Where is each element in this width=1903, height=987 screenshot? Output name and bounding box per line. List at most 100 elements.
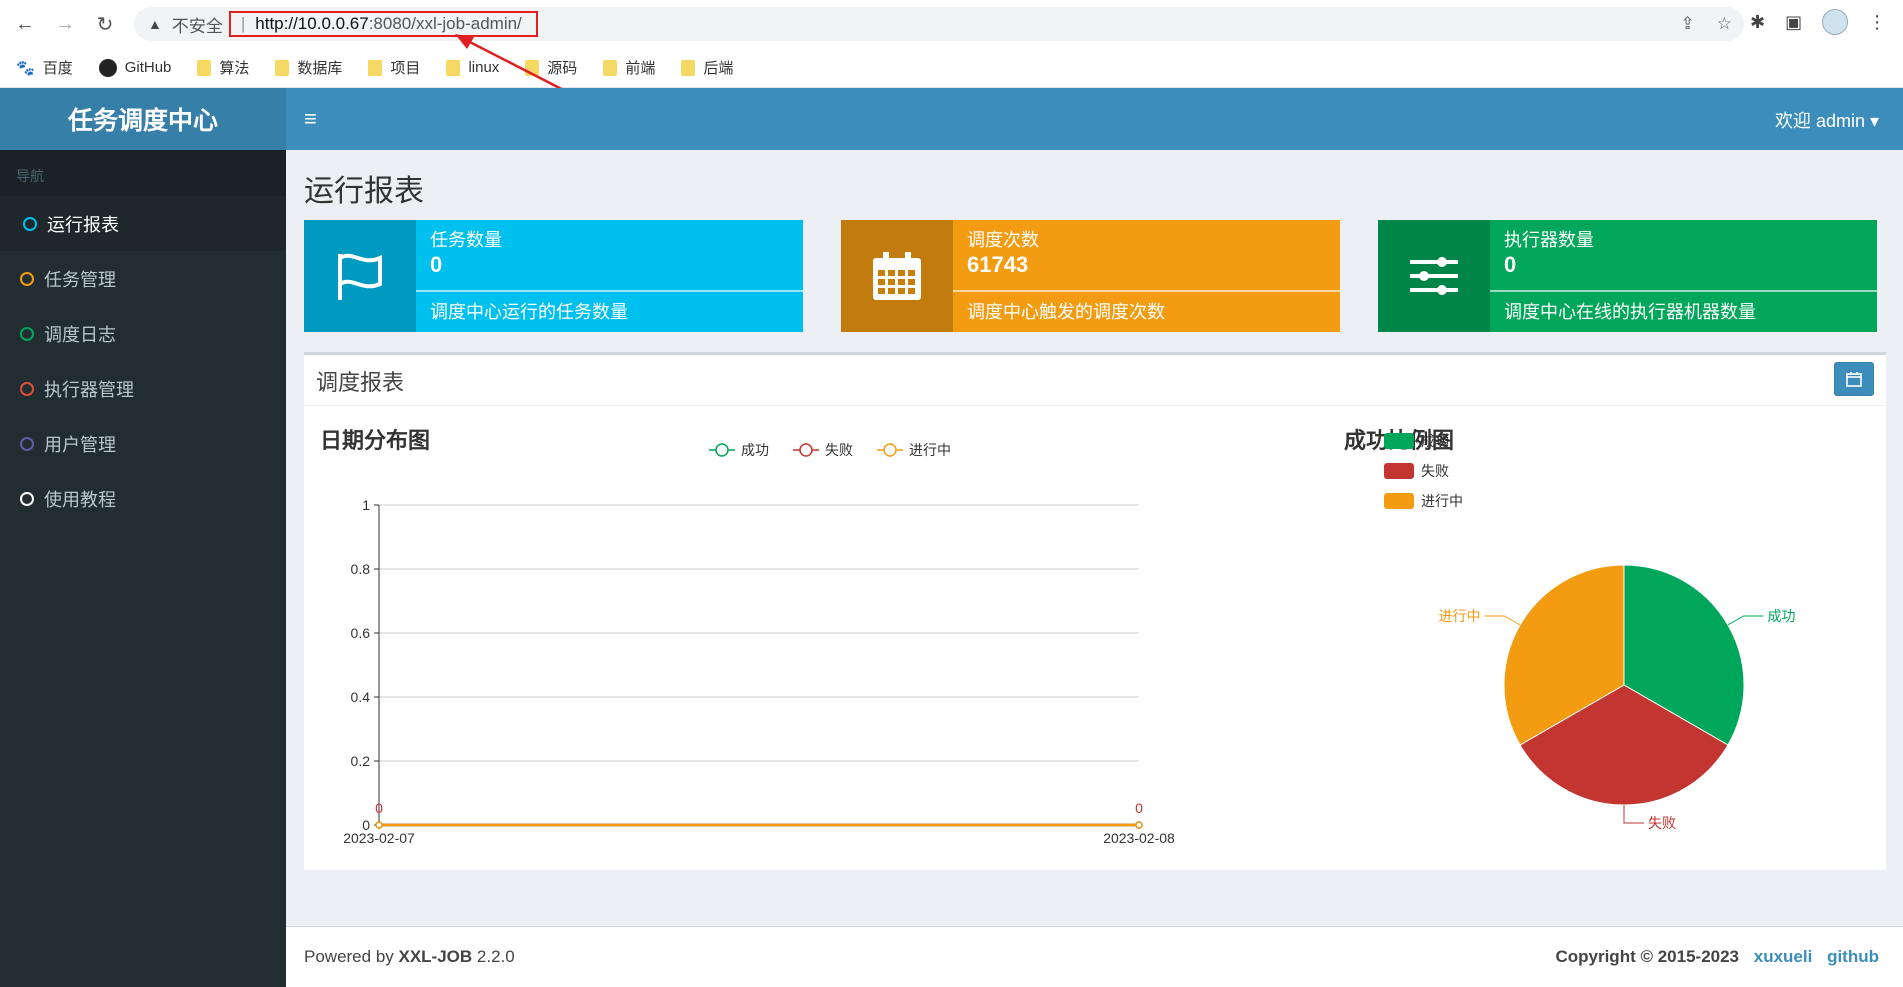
star-icon[interactable]: ☆	[1717, 14, 1732, 34]
footer-product: XXL-JOB	[398, 947, 473, 966]
bookmark-label: GitHub	[124, 59, 172, 76]
legend-label: 成功	[1421, 433, 1449, 449]
top-navbar: ≡ 欢迎 admin ▾	[286, 88, 1903, 150]
share-icon[interactable]: ⇪	[1681, 14, 1695, 34]
data-point	[1135, 821, 1143, 829]
menu-icon[interactable]: ⋮	[1868, 12, 1886, 33]
report-box: 调度报表 日期分布图 成功比例图 00.20.40.60.812023-02-0…	[304, 352, 1886, 870]
circle-icon	[20, 381, 34, 396]
x-tick-label: 2023-02-08	[1103, 830, 1175, 845]
info-box-title: 调度次数	[967, 230, 1039, 250]
bookmark-item[interactable]: 前端	[603, 57, 655, 78]
label-line	[1623, 805, 1644, 824]
slice-label: 成功	[1768, 608, 1796, 624]
bookmark-label: 数据库	[297, 60, 343, 77]
avatar[interactable]	[1822, 9, 1849, 35]
url-path: :8080/xxl-job-admin/	[368, 14, 522, 33]
footer-powered: Powered by XXL-JOB 2.2.0	[304, 947, 515, 966]
circle-icon	[20, 326, 34, 341]
data-label: 0	[375, 800, 383, 816]
circle-icon	[23, 216, 37, 231]
folder-icon	[197, 59, 212, 76]
url-host: http://10.0.0.67	[255, 14, 369, 33]
folder-icon	[525, 59, 540, 76]
info-box-desc: 调度中心触发的调度次数	[967, 302, 1165, 322]
url-separator: |	[240, 14, 246, 33]
folder-icon	[446, 59, 461, 76]
hamburger-icon[interactable]: ≡	[304, 106, 317, 132]
slice-label: 失败	[1648, 815, 1676, 831]
main-content: 运行报表 任务数量 0 调度中心运行的任务数量 调度次数 61743 调度中心触发的调度次…	[286, 150, 1903, 987]
flag-icon	[304, 220, 416, 332]
legend-label: 进行中	[909, 442, 951, 458]
legend-swatch	[1384, 433, 1414, 449]
bookmark-item[interactable]: 算法	[197, 57, 249, 78]
y-tick-label: 0.2	[351, 753, 371, 769]
sidebar-item-label: 使用教程	[44, 489, 116, 510]
slice-label: 进行中	[1438, 608, 1480, 624]
pie-chart: 成功失败进行中成功失败进行中	[1384, 433, 1796, 831]
bookmark-item[interactable]: 🐾 百度	[16, 57, 73, 78]
reload-icon[interactable]: ↻	[90, 9, 120, 39]
info-box-number: 61743	[967, 252, 1029, 277]
app-logo[interactable]: 任务调度中心	[0, 88, 286, 150]
info-box-desc: 调度中心在线的执行器机器数量	[1504, 302, 1756, 322]
copyright-text: Copyright © 2015-2023	[1555, 947, 1740, 966]
sidebar-item-0[interactable]: 运行报表	[0, 196, 286, 251]
sidebar-item-label: 任务管理	[44, 269, 116, 290]
sidebar-item-5[interactable]: 使用教程	[0, 471, 286, 526]
warning-icon: ▲	[148, 16, 162, 32]
bookmark-label: 项目	[390, 60, 421, 77]
info-box-1: 调度次数 61743 调度中心触发的调度次数	[841, 220, 1340, 332]
author-link[interactable]: xuxueli	[1754, 947, 1813, 966]
sidebar-item-2[interactable]: 调度日志	[0, 306, 286, 361]
legend-marker	[799, 443, 813, 457]
x-tick-label: 2023-02-07	[343, 830, 415, 845]
y-tick-label: 1	[362, 497, 370, 513]
page-title: 运行报表	[304, 175, 424, 208]
info-box-number: 0	[430, 252, 443, 277]
info-box-title: 执行器数量	[1504, 230, 1594, 250]
data-point	[375, 821, 383, 829]
sidebar-item-1[interactable]: 任务管理	[0, 251, 286, 306]
legend-swatch	[1384, 463, 1414, 479]
footer-version: 2.2.0	[472, 947, 515, 966]
sidebar-item-3[interactable]: 执行器管理	[0, 361, 286, 416]
legend-label: 进行中	[1421, 493, 1463, 509]
extensions-icon[interactable]: ✱	[1750, 12, 1765, 33]
line-chart: 00.20.40.60.812023-02-07 2023-02-080 0成功 失败…	[343, 442, 1175, 845]
github-icon	[98, 58, 117, 77]
label-line	[1727, 615, 1764, 626]
bookmark-item[interactable]: 源码	[525, 57, 577, 78]
bookmark-item[interactable]: 数据库	[275, 57, 342, 78]
sidebar: 任务调度中心 导航 运行报表 任务管理 调度日志 执行器管理 用户管理 使用教程	[0, 88, 286, 987]
info-box-0: 任务数量 0 调度中心运行的任务数量	[304, 220, 803, 332]
legend-marker	[883, 443, 897, 457]
sidebar-item-label: 调度日志	[44, 324, 116, 345]
side-panel-icon[interactable]: ▣	[1785, 12, 1802, 33]
footer-copyright: Copyright © 2015-2023 xuxueli github	[1555, 947, 1879, 967]
bookmark-item[interactable]: 后端	[681, 57, 733, 78]
address-bar[interactable]: ▲ 不安全 | http://10.0.0.67:8080/xxl-job-ad…	[134, 7, 1744, 41]
insecure-label: 不安全	[171, 16, 223, 36]
baidu-paw-icon: 🐾	[16, 59, 35, 77]
info-box-desc: 调度中心运行的任务数量	[430, 302, 628, 322]
bookmark-item[interactable]: linux	[446, 59, 499, 76]
bookmark-item[interactable]: GitHub	[98, 58, 172, 77]
github-link[interactable]: github	[1827, 947, 1879, 966]
folder-icon	[603, 59, 618, 76]
calendar-icon	[841, 220, 953, 332]
y-tick-label: 0.8	[351, 561, 371, 577]
url-highlight-box[interactable]: | http://10.0.0.67:8080/xxl-job-admin/	[228, 11, 538, 37]
report-box-title: 调度报表	[316, 370, 405, 395]
bookmark-label: 前端	[625, 60, 656, 77]
legend-label: 成功	[741, 442, 769, 458]
back-icon[interactable]: ←	[10, 9, 40, 39]
date-filter-button[interactable]	[1834, 362, 1874, 396]
user-menu[interactable]: 欢迎 admin ▾	[1775, 107, 1879, 133]
sidebar-item-4[interactable]: 用户管理	[0, 416, 286, 471]
circle-icon	[20, 271, 34, 286]
legend-marker	[715, 443, 729, 457]
forward-icon[interactable]: →	[50, 9, 80, 39]
bookmark-item[interactable]: 项目	[368, 57, 420, 78]
